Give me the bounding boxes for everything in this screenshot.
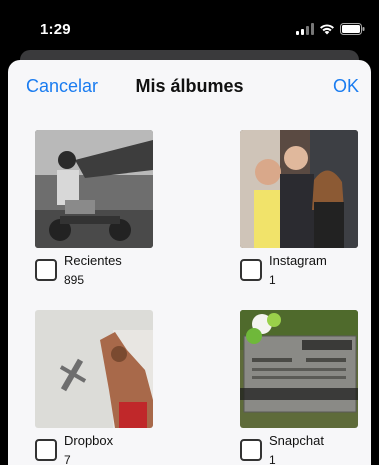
album-meta: Dropbox 7 (35, 433, 153, 465)
album-count: 1 (269, 273, 276, 287)
album-meta: Recientes 895 (35, 253, 153, 293)
album-instagram[interactable]: Instagram 1 (240, 130, 358, 293)
ok-button[interactable]: OK (333, 76, 359, 97)
album-checkbox[interactable] (35, 439, 57, 461)
album-thumbnail[interactable] (35, 310, 153, 428)
album-count: 7 (64, 453, 71, 465)
album-checkbox[interactable] (240, 259, 262, 281)
albums-sheet: Cancelar Mis álbumes OK Recientes 895 In… (8, 60, 371, 465)
album-recientes[interactable]: Recientes 895 (35, 130, 153, 293)
wifi-icon (320, 24, 334, 35)
album-snapchat[interactable]: Snapchat 1 (240, 310, 358, 465)
album-count: 1 (269, 453, 276, 465)
page-title: Mis álbumes (135, 76, 244, 96)
album-name: Instagram (269, 253, 327, 268)
status-time: 1:29 (40, 21, 71, 38)
selfie-photo-thumbnail (240, 130, 358, 248)
album-name: Recientes (64, 253, 122, 268)
album-count: 895 (64, 273, 85, 287)
album-meta: Snapchat 1 (240, 433, 358, 465)
album-thumbnail[interactable] (35, 130, 153, 248)
album-meta: Instagram 1 (240, 253, 358, 293)
status-icons (296, 22, 365, 36)
battery-icon (340, 23, 365, 35)
album-name: Snapchat (269, 433, 324, 448)
airplane-photo-thumbnail (35, 310, 153, 428)
album-checkbox[interactable] (240, 439, 262, 461)
status-bar: 1:29 (0, 0, 379, 50)
signal-icon (296, 23, 314, 35)
navigation-bar: Cancelar Mis álbumes OK (8, 60, 371, 112)
album-thumbnail[interactable] (240, 130, 358, 248)
vintage-photo-thumbnail (35, 130, 153, 248)
album-checkbox[interactable] (35, 259, 57, 281)
album-name: Dropbox (64, 433, 114, 448)
album-thumbnail[interactable] (240, 310, 358, 428)
headstone-photo-thumbnail (240, 310, 358, 428)
album-dropbox[interactable]: Dropbox 7 (35, 310, 153, 465)
